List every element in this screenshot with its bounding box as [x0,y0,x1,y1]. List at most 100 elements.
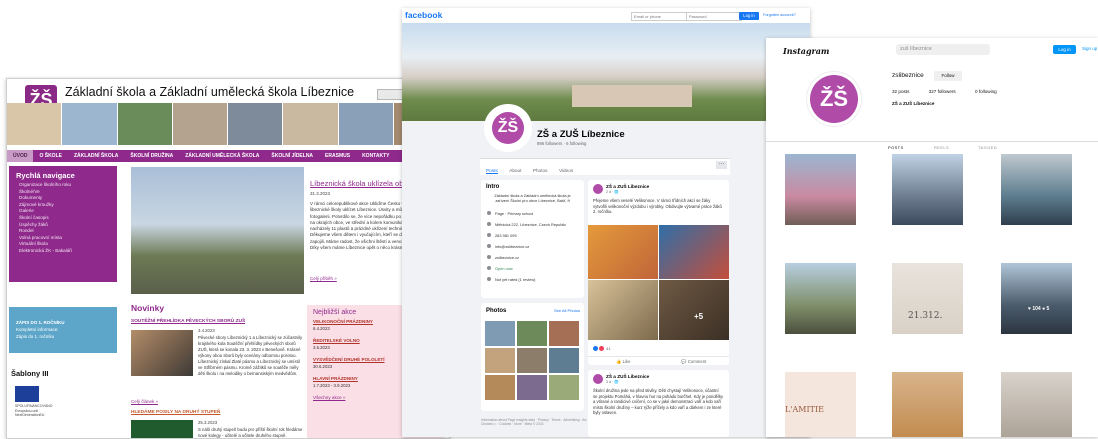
intro-phone[interactable]: 283 981 095 [481,230,584,241]
zapis-link[interactable]: Zápis do 1. ročníku [9,333,117,340]
story-more-link[interactable]: Celý příběh » [310,276,337,281]
search-input[interactable]: zuš líbeznice [896,44,990,55]
quick-nav-item[interactable]: Organizace školního roku [9,182,117,189]
intro-card: Intro Základní škola a Základní umělecká… [481,180,584,298]
story-photo[interactable] [131,167,304,294]
story-title[interactable]: Líbeznická škola uklízela obec [310,179,411,188]
nav-o-skole[interactable]: O ŠKOLE [33,150,68,162]
post-image[interactable] [659,280,729,340]
main-nav: ÚVOD O ŠKOLE ZÁKLADNÍ ŠKOLA ŠKOLNÍ DRUŽI… [7,150,449,162]
grid-post[interactable] [1001,372,1072,437]
instagram-logo[interactable]: Instagram [783,46,829,56]
ig-login-button[interactable]: Log in [1053,45,1076,54]
profile-avatar[interactable]: ŽŠ [806,71,862,127]
tab-posts[interactable]: Posts [486,168,498,174]
facebook-logo[interactable]: facebook [405,10,442,20]
followers-count[interactable]: 327 followers [929,89,956,94]
quick-nav-item[interactable]: Úspěchy žáků [9,222,117,229]
intro-website[interactable]: zslibeznice.cz [481,252,584,263]
novinky-heading: Novinky [131,303,165,313]
quick-nav-item[interactable]: Galerie [9,208,117,215]
tab-photos[interactable]: Photos [533,168,548,173]
post-date[interactable]: 3 d · 🌐 [606,380,619,384]
news-item-more[interactable]: Celý článek » [131,399,158,404]
grid-post[interactable] [785,154,856,225]
news-item-photo[interactable] [131,330,193,376]
grid-post[interactable] [892,154,963,225]
quick-nav-item[interactable]: Volná pracovní místa [9,235,117,242]
nav-skolni-jidelna[interactable]: ŠKOLNÍ JÍDELNA [265,150,319,162]
photo-thumb[interactable] [549,348,579,373]
tab-posts[interactable]: POSTS [888,145,904,150]
grid-post[interactable] [1001,154,1072,225]
like-button[interactable]: 👍 Like [588,357,659,365]
see-all-photos-link[interactable]: See All Photos [554,308,580,313]
page-stats[interactable]: 896 followers · 6 following [537,141,586,146]
post-author[interactable]: ZŠ a ZUŠ Líbeznice [606,184,649,189]
quick-nav-item[interactable]: Elektronická ŽK - Bakaláři [9,248,117,255]
like-reaction-icon [593,346,598,352]
photo-thumb[interactable] [485,321,515,346]
quick-nav-item[interactable]: Dokumenty [9,195,117,202]
password-field[interactable]: Password [686,12,742,21]
post-avatar[interactable] [593,184,603,194]
news-item-title[interactable]: HLEDÁME POSILY NA DRUHÝ STUPEŇ [131,410,220,415]
forgot-account-link[interactable]: Forgotten account? [763,13,796,17]
comment-button[interactable]: 💬 Comment [659,357,730,365]
nav-skolni-druzina[interactable]: ŠKOLNÍ DRUŽINA [124,150,179,162]
tab-videos[interactable]: Videos [559,168,573,173]
fb-footer[interactable]: Information about Page Insights data · P… [481,418,591,426]
nav-zus[interactable]: ZÁKLADNÍ UMĚLECKÁ ŠKOLA [179,150,265,162]
quick-nav-item[interactable]: Rondel [9,228,117,235]
more-images-count[interactable]: +5 [694,312,703,321]
post-image[interactable] [588,280,658,340]
post-author[interactable]: ZŠ a ZUŠ Líbeznice [606,374,649,379]
intro-address[interactable]: Mělnická 222, Líbeznice, Czech Republic [481,219,584,230]
photo-thumb[interactable] [485,348,515,373]
photo-thumb[interactable] [517,375,547,400]
follow-button[interactable]: Follow [934,71,962,81]
post-image[interactable] [659,225,729,279]
post-image[interactable] [588,225,658,279]
news-item-title[interactable]: SOUTĚŽNÍ PŘEHLÍDKA PĚVECKÝCH SBORŮ ZUŠ [131,319,245,324]
school-title: Základní škola a Základní umělecká škola… [65,85,355,99]
following-count[interactable]: 0 following [975,89,997,94]
tab-reels[interactable]: REELS [934,145,949,150]
photo-thumb[interactable] [517,321,547,346]
quick-nav-item[interactable]: Zájmové kroužky [9,202,117,209]
intro-open-status: Open now [481,263,584,274]
quick-nav-item[interactable]: Školní časopis [9,215,117,222]
photo-thumb[interactable] [485,375,515,400]
school-logo-icon: ŽŠ [492,112,524,144]
grid-post[interactable]: 21.312. [892,263,963,334]
photo-thumb[interactable] [549,321,579,346]
news-item-photo[interactable] [131,420,193,438]
email-field[interactable]: Email or phone [631,12,687,21]
grid-post[interactable] [785,263,856,334]
grid-post[interactable] [892,372,963,437]
fb-login-button[interactable]: Log in [739,12,759,20]
sign-up-link[interactable]: Sign up [1082,46,1097,51]
nav-zakladni-skola[interactable]: ZÁKLADNÍ ŠKOLA [68,150,124,162]
zapis-title: ZÁPIS DO 1. ROČNÍKU [16,320,65,325]
reactions[interactable]: 41 [593,346,611,352]
post-avatar[interactable] [593,374,603,384]
tab-about[interactable]: About [509,168,521,173]
profile-username: zslibeznice [892,72,924,79]
nav-kontakty[interactable]: KONTAKTY [356,150,395,162]
page-avatar[interactable]: ŽŠ [484,104,532,152]
photo-thumb[interactable] [517,348,547,373]
quick-nav-item[interactable]: Školné/Ve [9,189,117,196]
intro-email[interactable]: info@zslibeznice.cz [481,241,584,252]
post-card: ZŠ a ZUŠ Líbeznice 3 d · 🌐 Školní družin… [588,370,729,437]
quick-nav-panel: Rychlá navigace Organizace školního roku… [9,166,117,282]
photo-thumb[interactable] [549,375,579,400]
quick-nav-item[interactable]: Virtuální škola [9,241,117,248]
nav-erasmus[interactable]: ERASMUS [319,150,356,162]
quick-nav-title: Rychlá navigace [16,171,75,180]
grid-post[interactable] [1001,263,1072,334]
more-options-button[interactable]: ··· [716,161,727,169]
tab-tagged[interactable]: TAGGED [978,145,997,150]
post-date[interactable]: 2 d · 🌐 [606,190,619,194]
nav-uvod[interactable]: ÚVOD [7,150,34,162]
